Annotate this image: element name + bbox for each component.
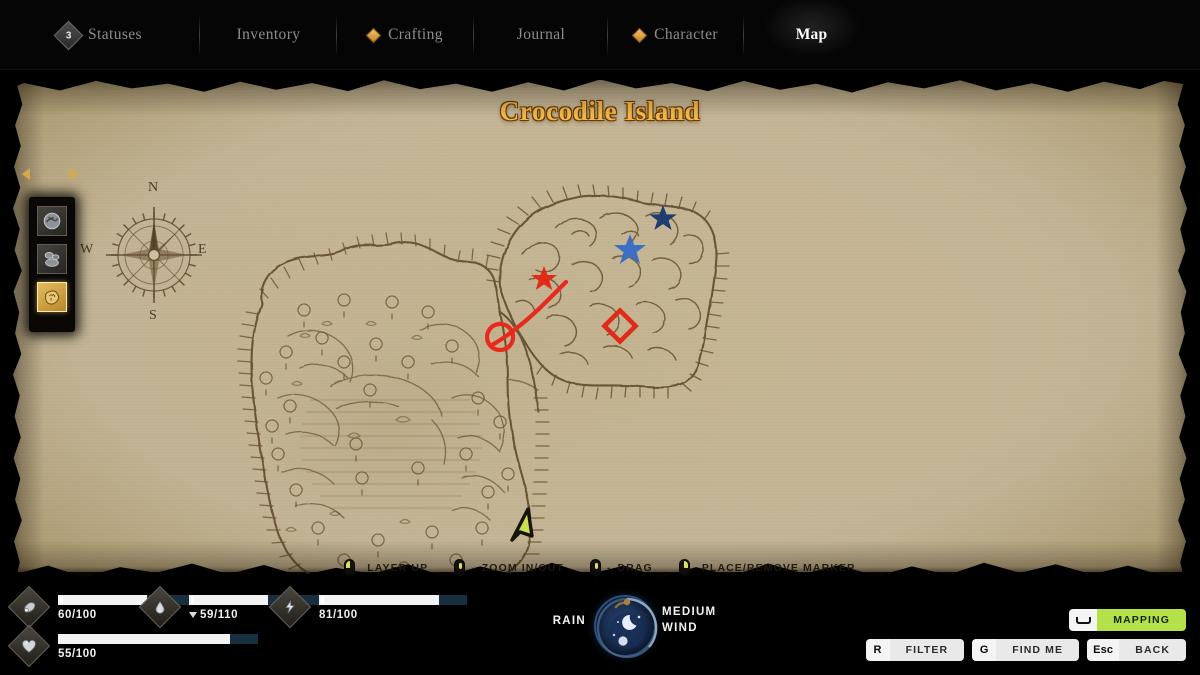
layer-island-icon[interactable] [37, 282, 67, 312]
health-value: 55/100 [58, 648, 258, 660]
player-position-marker [510, 507, 534, 542]
weather-wind-line1: MEDIUM [662, 606, 717, 618]
stamina-bar-group: 81/100 [319, 592, 467, 621]
top-navigation-bar: 3 Statuses Inventory Crafting Journal Ch… [0, 0, 1200, 70]
map-panel[interactable]: Crocodile Island N S E W [0, 68, 1200, 588]
food-bar-tick [60, 597, 63, 603]
keybind-find-me-label: FIND ME [996, 639, 1080, 661]
gold-diamond-icon [631, 27, 648, 43]
tab-journal-label: Journal [516, 26, 566, 43]
layer-selection-arrow-right [70, 168, 78, 180]
compass-rose-icon: N S E W [80, 180, 212, 330]
keybind-mapping-label: MAPPING [1097, 609, 1186, 631]
keybind-row-bottom: R FILTER G FIND ME Esc BACK [865, 639, 1186, 661]
health-value-text: 55/100 [58, 648, 97, 660]
bottom-hud: 60/100 59/110 81/100 55/100 RAIN MEDIUM … [0, 567, 1200, 675]
marker-star-blue [614, 234, 646, 264]
tab-crafting[interactable]: Crafting [337, 0, 474, 70]
bolt-icon [268, 585, 312, 629]
keybind-filter[interactable]: R FILTER [865, 639, 965, 661]
stat-health: 55/100 [7, 624, 258, 668]
layer-selection-arrow-left [22, 168, 30, 180]
marker-diamond-red [601, 307, 639, 345]
tab-map[interactable]: Map [744, 0, 879, 70]
tab-character-label: Character [654, 26, 718, 43]
heart-icon [7, 624, 51, 668]
compass-west-label: W [80, 242, 94, 257]
tab-statuses[interactable]: 3 Statuses [0, 0, 200, 70]
food-bar-fill [58, 595, 147, 605]
keybind-bar: MAPPING R FILTER G FIND ME Esc BACK [865, 609, 1186, 661]
status-count-diamond-icon: 3 [53, 20, 84, 50]
keybind-back-label: BACK [1119, 639, 1186, 661]
gold-diamond-icon [365, 27, 382, 43]
stamina-bar [319, 595, 467, 605]
meat-icon [7, 585, 51, 629]
status-count-value: 3 [65, 29, 72, 41]
stamina-value-text: 81/100 [319, 609, 358, 621]
health-bar [58, 634, 258, 644]
keybind-filter-label: FILTER [889, 639, 965, 661]
stamina-bar-fill [319, 595, 439, 605]
map-title: Crocodile Island [499, 96, 701, 126]
moon-night-dial-icon [594, 595, 658, 658]
layer-cave-icon[interactable] [37, 206, 67, 236]
stamina-bar-tick [321, 597, 324, 603]
keybind-find-me-key: G [972, 639, 997, 661]
keybind-back[interactable]: Esc BACK [1087, 639, 1186, 661]
tab-inventory[interactable]: Inventory [200, 0, 337, 70]
weather-condition-label: RAIN [552, 615, 586, 627]
health-bar-fill [58, 634, 230, 644]
marker-star-navy [649, 205, 677, 230]
keybind-find-me[interactable]: G FIND ME [972, 639, 1080, 661]
keybind-back-key: Esc [1087, 639, 1120, 661]
weather-wind-line2: WIND [662, 622, 698, 634]
tab-map-label: Map [795, 26, 828, 43]
weather-wind-label: MEDIUM WIND [662, 604, 762, 636]
map-layer-selector[interactable] [30, 198, 74, 331]
keybind-row-top: MAPPING [866, 609, 1186, 631]
health-bar-group: 55/100 [58, 631, 258, 660]
tab-character[interactable]: Character [608, 0, 744, 70]
weather-widget: RAIN MEDIUM WIND [520, 591, 720, 661]
tab-journal[interactable]: Journal [474, 0, 608, 70]
layer-ground-icon[interactable] [37, 244, 67, 274]
water-trend-down-icon [189, 612, 197, 618]
droplet-icon [138, 585, 182, 629]
tab-crafting-label: Crafting [388, 26, 443, 43]
water-value-text: 59/110 [200, 609, 239, 621]
spacebar-icon [1069, 609, 1098, 631]
keybind-filter-key: R [865, 639, 890, 661]
tab-inventory-label: Inventory [236, 26, 301, 43]
water-bar-tick [191, 597, 194, 603]
stat-stamina: 81/100 [268, 585, 467, 629]
stamina-value: 81/100 [319, 609, 467, 621]
water-bar-fill [189, 595, 269, 605]
keybind-mapping[interactable]: MAPPING [1069, 609, 1186, 631]
tab-statuses-label: Statuses [87, 26, 142, 43]
food-value-text: 60/100 [58, 609, 97, 621]
